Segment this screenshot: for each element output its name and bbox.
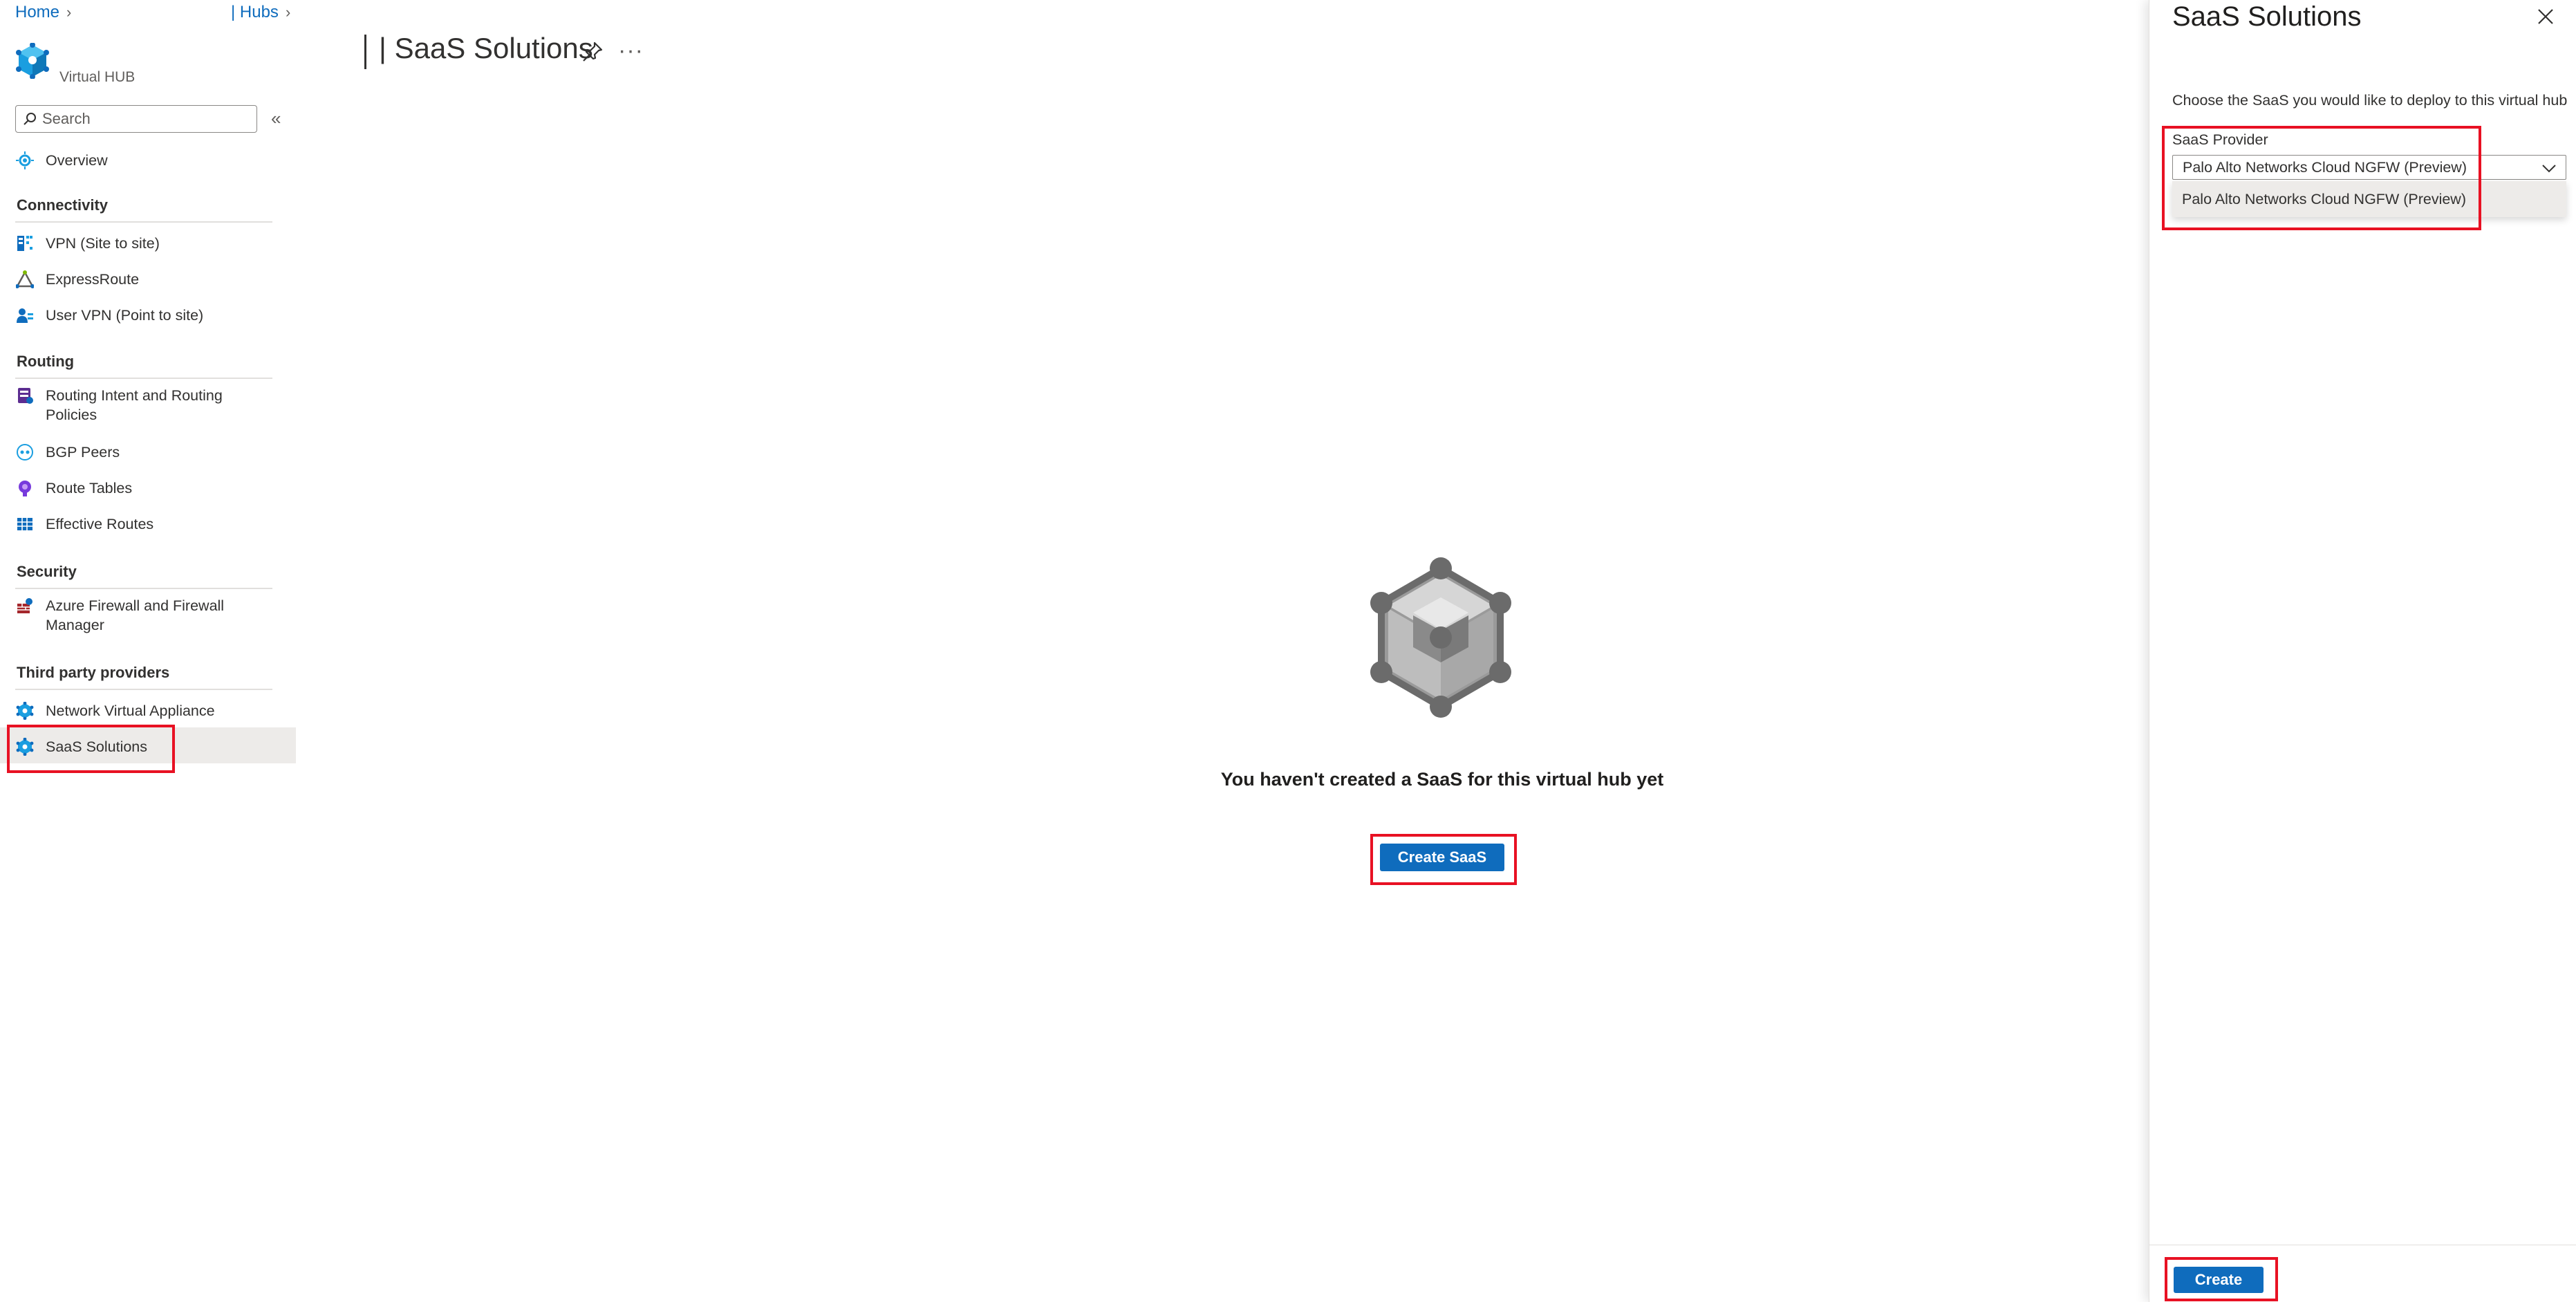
nav-item-azure-firewall[interactable]: Azure Firewall and Firewall Manager	[15, 596, 224, 640]
more-options-icon[interactable]: ···	[618, 37, 644, 64]
user-vpn-icon	[15, 306, 35, 325]
nav-item-expressroute[interactable]: ExpressRoute	[15, 264, 139, 295]
virtual-hub-icon	[16, 43, 49, 79]
collapse-nav-icon[interactable]: «	[271, 108, 281, 129]
breadcrumb-home-link[interactable]: Home	[15, 3, 59, 22]
nav-item-user-vpn[interactable]: User VPN (Point to site)	[15, 300, 203, 331]
panel-description: Choose the SaaS you would like to deploy…	[2172, 92, 2568, 109]
section-third-party: Third party providers	[17, 664, 170, 681]
highlight-box-create	[2165, 1257, 2278, 1301]
nav-label: Manager	[46, 617, 104, 633]
nav-label: Overview	[46, 152, 108, 169]
chevron-right-icon: ›	[285, 3, 291, 21]
nav-item-routing-intent[interactable]: Routing Intent and Routing Policies	[15, 386, 223, 430]
highlight-box-saas-nav	[7, 725, 175, 773]
nav-item-overview[interactable]: Overview	[15, 145, 108, 176]
cube-illustration-icon	[1370, 557, 1511, 718]
search-placeholder: Search	[42, 110, 91, 127]
highlight-box-saas-provider	[2162, 126, 2481, 230]
breadcrumb: Home ›	[15, 3, 71, 22]
routing-intent-icon	[15, 386, 35, 405]
title-divider	[364, 35, 366, 69]
close-icon[interactable]	[2536, 7, 2555, 26]
firewall-icon	[15, 596, 35, 615]
page-title: | SaaS Solutions	[379, 32, 593, 64]
nav-label: VPN (Site to site)	[46, 235, 160, 252]
nav-label: Effective Routes	[46, 516, 154, 532]
empty-state-message: You haven't created a SaaS for this virt…	[1220, 769, 1664, 790]
nav-label: Azure Firewall and Firewall	[46, 597, 225, 614]
expressroute-icon	[15, 270, 35, 289]
search-input[interactable]: Search	[15, 105, 257, 133]
section-divider	[15, 221, 272, 223]
bgp-peers-icon	[15, 443, 35, 462]
nav-label: Routing Intent and Routing	[46, 387, 223, 404]
chevron-down-icon	[2542, 165, 2556, 173]
network-virtual-appliance-icon	[15, 701, 35, 720]
panel-title: SaaS Solutions	[2172, 1, 2362, 32]
hub-subtitle: Virtual HUB	[59, 69, 136, 85]
breadcrumb-hubs-link[interactable]: | Hubs	[231, 3, 279, 22]
nav-item-nva[interactable]: Network Virtual Appliance	[15, 696, 215, 726]
section-security: Security	[17, 563, 77, 580]
nav-label-group: Routing Intent and Routing Policies	[46, 386, 223, 425]
nav-item-effective-routes[interactable]: Effective Routes	[15, 509, 153, 539]
nav-label: User VPN (Point to site)	[46, 307, 204, 324]
highlight-box-create-saas	[1370, 834, 1517, 885]
section-divider	[15, 689, 272, 690]
nav-label-group: Azure Firewall and Firewall Manager	[46, 596, 224, 635]
route-tables-icon	[15, 478, 35, 498]
section-connectivity: Connectivity	[17, 196, 109, 214]
nav-label: Policies	[46, 407, 97, 423]
vpn-icon	[15, 234, 35, 253]
section-divider	[15, 588, 272, 589]
effective-routes-icon	[15, 514, 35, 534]
nav-item-bgp-peers[interactable]: BGP Peers	[15, 437, 120, 467]
breadcrumb-hubs: | Hubs ›	[231, 3, 290, 22]
search-icon	[24, 113, 36, 125]
nav-label: ExpressRoute	[46, 271, 140, 288]
nav-item-vpn[interactable]: VPN (Site to site)	[15, 228, 160, 259]
overview-icon	[15, 151, 35, 170]
pin-icon[interactable]	[581, 40, 604, 64]
nav-label: Route Tables	[46, 480, 133, 496]
section-routing: Routing	[17, 353, 75, 370]
nav-label: BGP Peers	[46, 444, 120, 461]
chevron-right-icon: ›	[66, 3, 72, 21]
section-divider	[15, 378, 272, 379]
nav-label: Network Virtual Appliance	[46, 703, 215, 719]
nav-item-route-tables[interactable]: Route Tables	[15, 473, 132, 503]
